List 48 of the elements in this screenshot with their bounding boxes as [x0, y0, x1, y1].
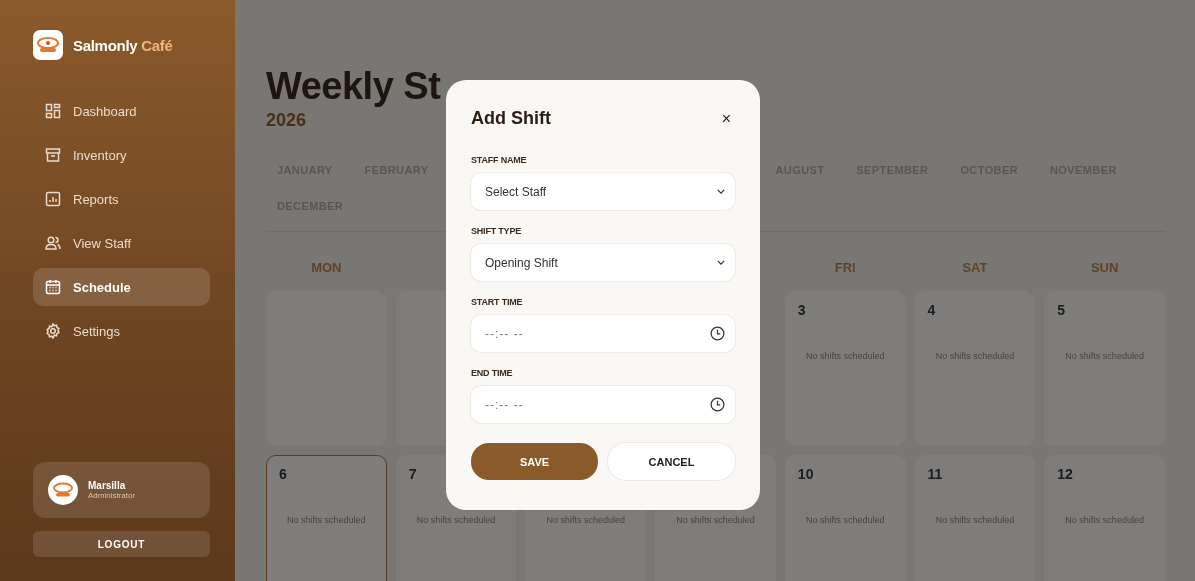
- day-number: 5: [1057, 302, 1066, 320]
- clock-icon: [710, 326, 725, 341]
- nav-item[interactable]: View Staff: [33, 224, 210, 262]
- close-button[interactable]: ×: [717, 109, 735, 128]
- weekday-header: FRI: [834, 260, 856, 277]
- day-number: 12: [1057, 466, 1073, 484]
- day-number: 4: [927, 302, 936, 320]
- select-field[interactable]: Select Staff: [471, 173, 735, 210]
- day-number: 7: [408, 466, 417, 484]
- chart-icon: [45, 191, 61, 207]
- field-label: END TIME: [471, 368, 514, 378]
- archive-icon: [45, 147, 61, 163]
- settings-icon: [45, 323, 61, 339]
- year-label: 2026: [266, 110, 307, 131]
- weekday-header: SAT: [962, 260, 988, 277]
- save-button[interactable]: SAVE: [471, 443, 598, 480]
- calendar-icon: [45, 279, 61, 295]
- day-number: 6: [279, 466, 287, 484]
- field-label: SHIFT TYPE: [471, 226, 522, 236]
- user-role: Administrator: [88, 491, 136, 500]
- nav-item[interactable]: Inventory: [33, 136, 210, 174]
- field-label: START TIME: [471, 297, 524, 307]
- chevron-down-icon: [717, 189, 725, 194]
- select-field[interactable]: Opening Shift: [471, 244, 735, 281]
- weekday-header: SUN: [1090, 260, 1119, 277]
- clock-icon: [710, 397, 725, 412]
- avatar-icon: [48, 475, 78, 505]
- grid-icon: [45, 103, 61, 119]
- nav-item[interactable]: Settings: [33, 312, 210, 350]
- user-name: Marsilla: [88, 480, 127, 491]
- time-field[interactable]: --:-- --: [471, 386, 735, 423]
- day-number: 11: [927, 466, 943, 484]
- page-title: Weekly St: [266, 64, 442, 108]
- day-number: 3: [797, 302, 806, 320]
- chevron-down-icon: [717, 260, 725, 265]
- day-number: 10: [797, 466, 814, 484]
- logo-icon: [33, 30, 63, 60]
- time-field[interactable]: --:-- --: [471, 315, 735, 352]
- dialog-title: Add Shift: [471, 108, 551, 129]
- nav-item[interactable]: Reports: [33, 180, 210, 218]
- users-icon: [45, 235, 61, 251]
- logout-button[interactable]: LOGOUT: [33, 531, 210, 557]
- cancel-button[interactable]: CANCEL: [608, 443, 735, 480]
- brand-name: Salmonly Café: [73, 36, 173, 54]
- nav-item[interactable]: Schedule: [33, 268, 210, 306]
- weekday-header: MON: [311, 260, 342, 277]
- nav-item[interactable]: Dashboard: [33, 92, 210, 130]
- field-label: STAFF NAME: [471, 155, 528, 165]
